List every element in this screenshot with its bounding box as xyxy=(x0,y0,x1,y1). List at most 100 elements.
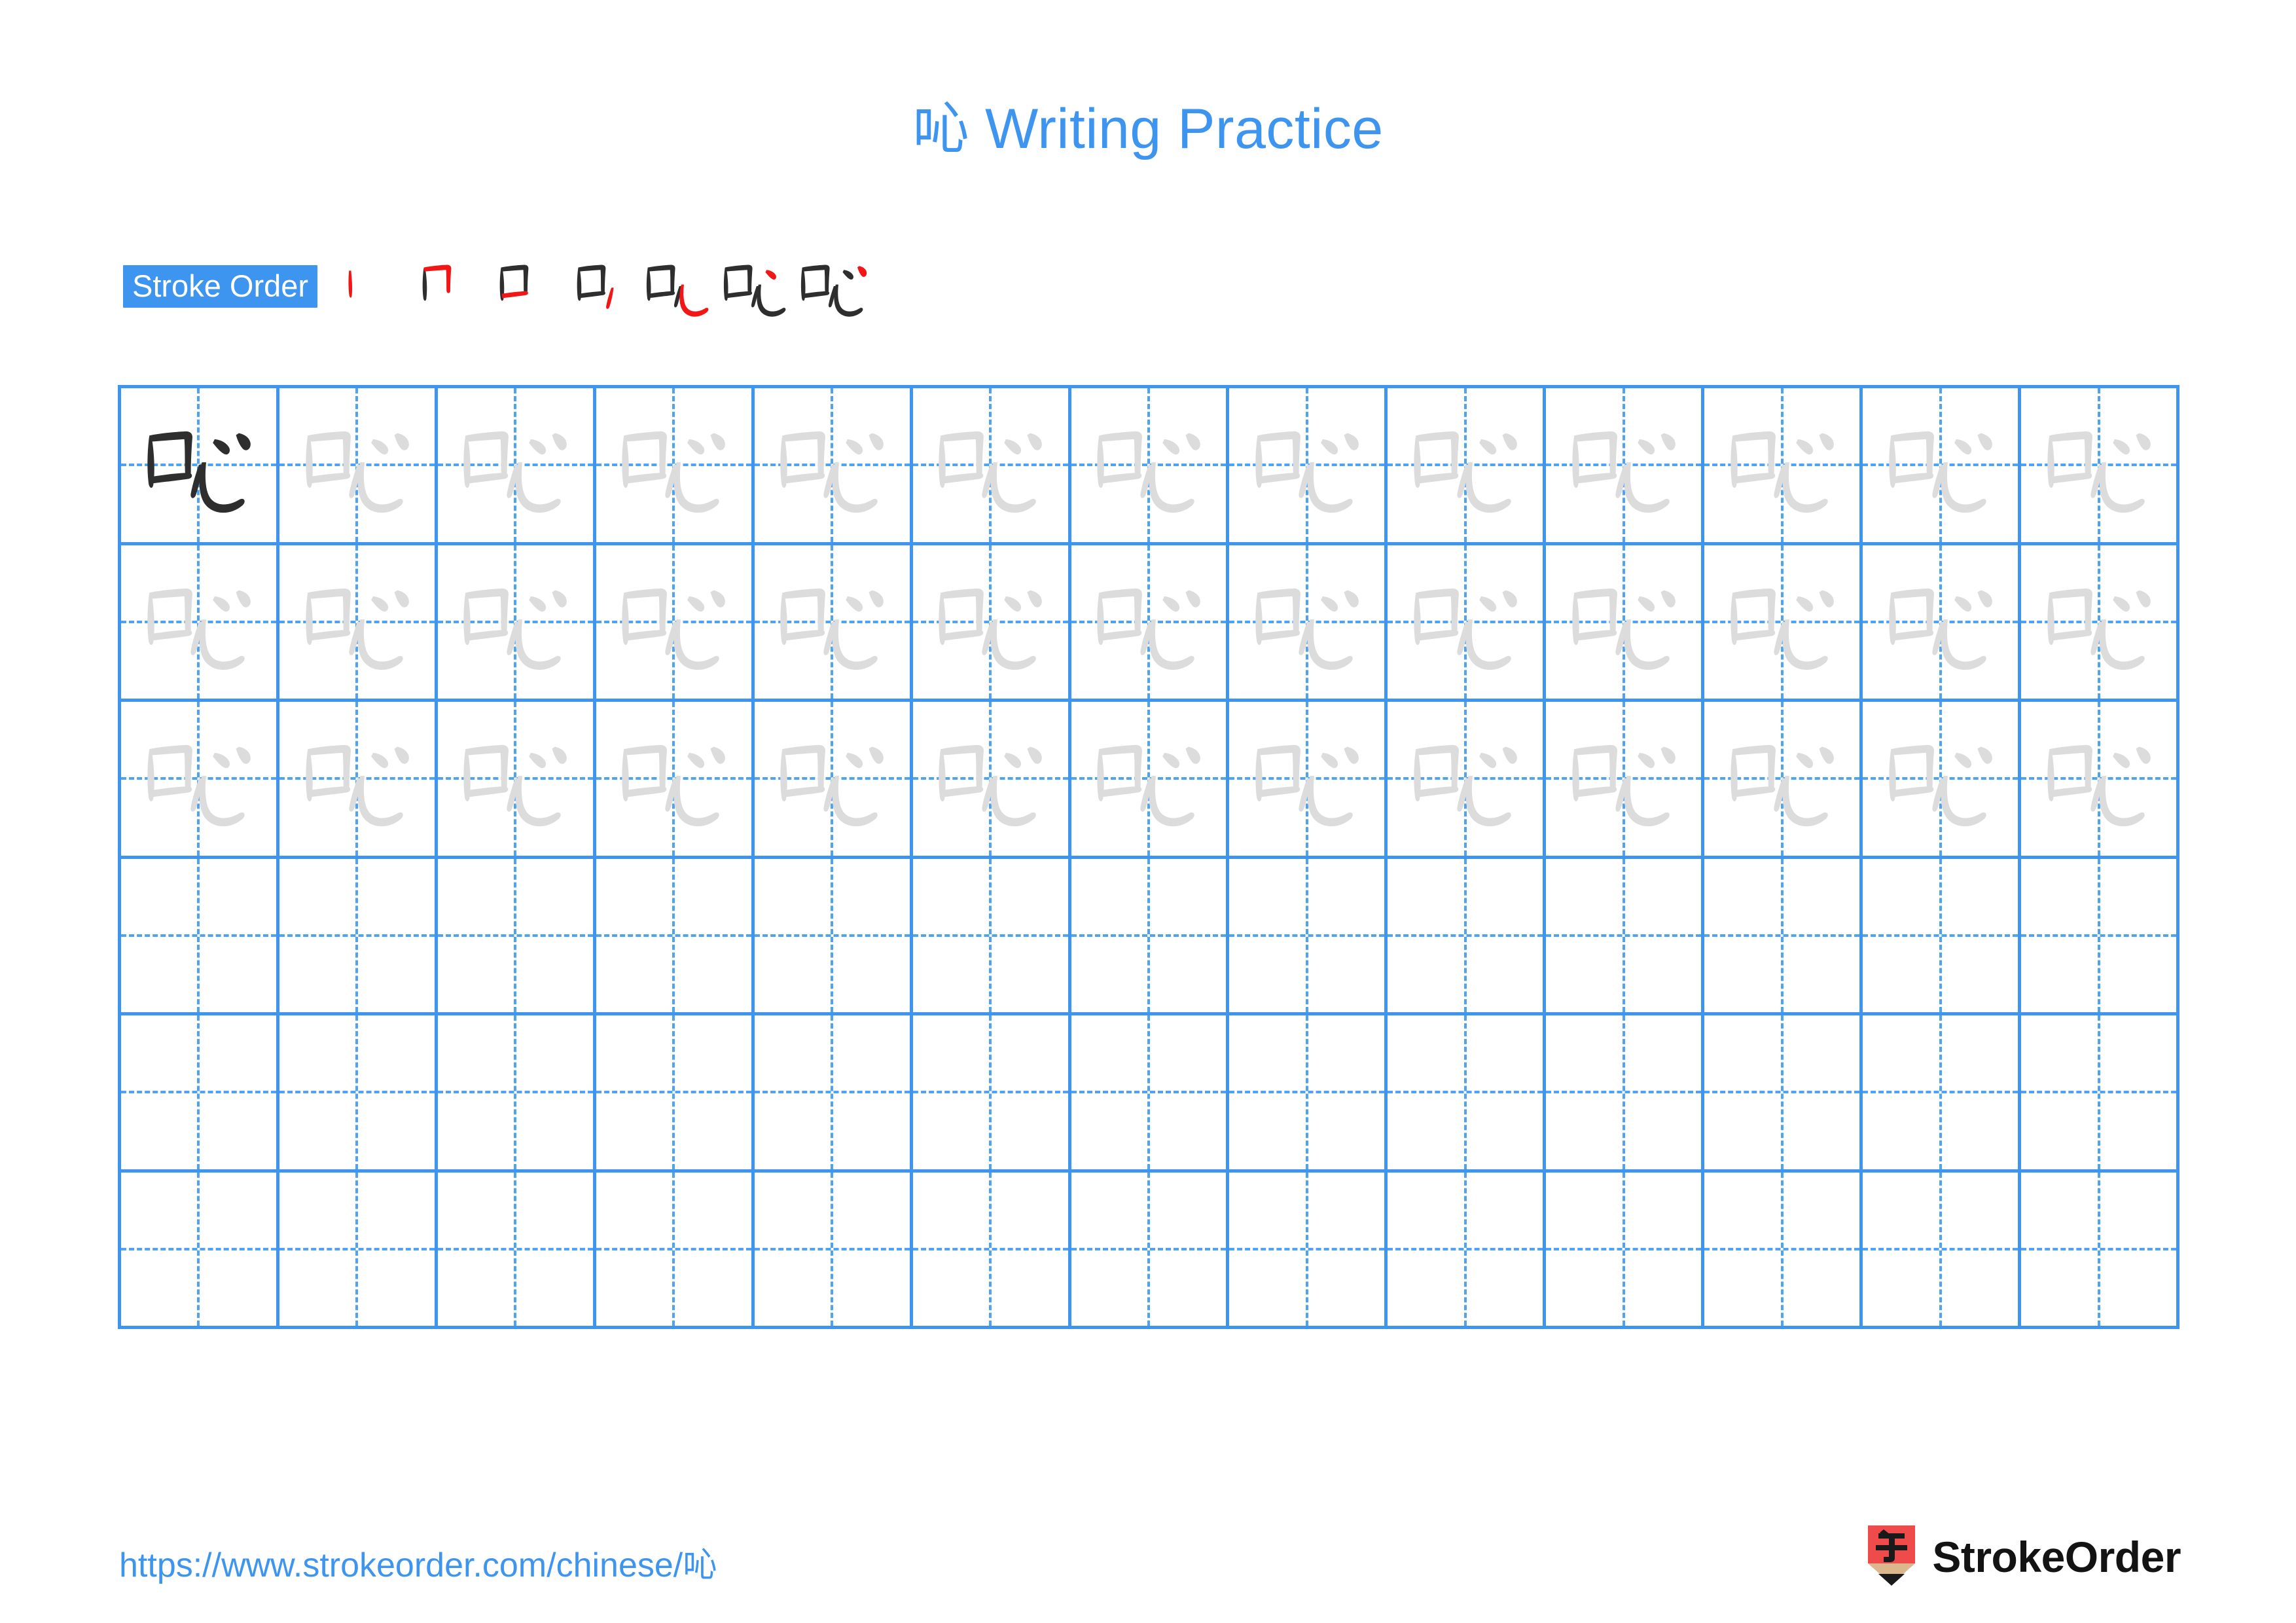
practice-cell[interactable] xyxy=(2021,702,2179,856)
practice-cell[interactable] xyxy=(1229,702,1388,856)
tracing-character xyxy=(1388,545,1543,699)
practice-cell[interactable] xyxy=(121,702,279,856)
done-strokes xyxy=(422,268,427,301)
practice-cell[interactable] xyxy=(121,545,279,699)
practice-cell[interactable] xyxy=(1863,1172,2022,1326)
practice-cell[interactable] xyxy=(1071,1015,1230,1169)
page-title-text: Writing Practice xyxy=(969,98,1384,160)
practice-cell[interactable] xyxy=(438,1172,596,1326)
practice-cell[interactable] xyxy=(1863,858,2022,1012)
practice-cell[interactable] xyxy=(1071,702,1230,856)
practice-cell[interactable] xyxy=(1388,545,1547,699)
practice-cell[interactable] xyxy=(1229,1015,1388,1169)
practice-cell[interactable] xyxy=(279,545,438,699)
practice-cell[interactable] xyxy=(1704,702,1863,856)
practice-cell[interactable] xyxy=(913,858,1071,1012)
practice-cell[interactable] xyxy=(913,702,1071,856)
practice-cell[interactable] xyxy=(1071,388,1230,542)
practice-cell[interactable] xyxy=(1388,1172,1547,1326)
practice-cell[interactable] xyxy=(2021,858,2179,1012)
practice-cell[interactable] xyxy=(1704,388,1863,542)
practice-cell[interactable] xyxy=(596,1172,755,1326)
tracing-character xyxy=(755,702,910,856)
practice-cell[interactable] xyxy=(438,702,596,856)
practice-cell[interactable] xyxy=(279,702,438,856)
practice-cell[interactable] xyxy=(1229,545,1388,699)
practice-cell[interactable] xyxy=(913,1172,1071,1326)
practice-cell[interactable] xyxy=(1071,545,1230,699)
practice-cell[interactable] xyxy=(1388,858,1547,1012)
practice-cell[interactable] xyxy=(1388,702,1547,856)
tracing-character xyxy=(1071,702,1227,856)
practice-cell[interactable] xyxy=(1546,545,1705,699)
tracing-character xyxy=(1229,388,1384,542)
practice-cell[interactable] xyxy=(121,1172,279,1326)
stroke-step-5 xyxy=(637,247,714,325)
practice-cell[interactable] xyxy=(1704,1172,1863,1326)
practice-cell[interactable] xyxy=(279,1015,438,1169)
practice-cell[interactable] xyxy=(1546,388,1705,542)
footer-url[interactable]: https://www.strokeorder.com/chinese/吣 xyxy=(119,1537,717,1586)
practice-cell[interactable] xyxy=(596,545,755,699)
practice-cell[interactable] xyxy=(2021,388,2179,542)
practice-cell[interactable] xyxy=(755,545,913,699)
practice-cell[interactable] xyxy=(1388,388,1547,542)
practice-cell[interactable] xyxy=(438,545,596,699)
practice-cell[interactable] xyxy=(913,1015,1071,1169)
practice-cell[interactable] xyxy=(121,1015,279,1169)
practice-cell[interactable] xyxy=(1704,858,1863,1012)
tracing-character xyxy=(279,388,435,542)
practice-cell[interactable] xyxy=(1546,1172,1705,1326)
tracing-character xyxy=(913,388,1068,542)
practice-cell[interactable] xyxy=(279,858,438,1012)
practice-cell[interactable] xyxy=(438,858,596,1012)
tracing-character xyxy=(913,545,1068,699)
new-stroke xyxy=(765,270,777,280)
practice-cell[interactable] xyxy=(755,858,913,1012)
stroke-step-7 xyxy=(791,247,869,325)
practice-cell[interactable] xyxy=(755,1172,913,1326)
practice-cell[interactable] xyxy=(1071,858,1230,1012)
tracing-character xyxy=(1546,545,1701,699)
practice-cell[interactable] xyxy=(1863,388,2022,542)
practice-cell[interactable] xyxy=(755,1015,913,1169)
practice-cell[interactable] xyxy=(755,388,913,542)
practice-cell[interactable] xyxy=(438,388,596,542)
tracing-character xyxy=(1229,545,1384,699)
practice-cell[interactable] xyxy=(1071,1172,1230,1326)
practice-cell[interactable] xyxy=(755,702,913,856)
practice-cell[interactable] xyxy=(1704,545,1863,699)
practice-cell[interactable] xyxy=(1863,702,2022,856)
practice-cell[interactable] xyxy=(1704,1015,1863,1169)
practice-cell[interactable] xyxy=(1229,1172,1388,1326)
tracing-character xyxy=(121,702,276,856)
practice-cell[interactable] xyxy=(2021,1015,2179,1169)
practice-cell[interactable] xyxy=(1863,1015,2022,1169)
practice-cell[interactable] xyxy=(1229,388,1388,542)
practice-cell[interactable] xyxy=(1546,858,1705,1012)
practice-cell[interactable] xyxy=(279,1172,438,1326)
pencil-tip xyxy=(1878,1574,1905,1586)
practice-cell[interactable] xyxy=(1388,1015,1547,1169)
tracing-character xyxy=(1863,388,2018,542)
practice-cell[interactable] xyxy=(1546,702,1705,856)
practice-cell[interactable] xyxy=(596,702,755,856)
practice-cell[interactable] xyxy=(913,545,1071,699)
practice-cell[interactable] xyxy=(1546,1015,1705,1169)
practice-cell[interactable] xyxy=(1229,858,1388,1012)
practice-cell[interactable] xyxy=(279,388,438,542)
practice-cell[interactable] xyxy=(1863,545,2022,699)
practice-cell[interactable] xyxy=(121,388,279,542)
practice-cell[interactable] xyxy=(438,1015,596,1169)
practice-cell[interactable] xyxy=(596,858,755,1012)
practice-cell[interactable] xyxy=(2021,545,2179,699)
practice-cell[interactable] xyxy=(596,1015,755,1169)
practice-cell[interactable] xyxy=(2021,1172,2179,1326)
practice-row xyxy=(121,545,2179,702)
tracing-character xyxy=(1388,388,1543,542)
practice-cell[interactable] xyxy=(596,388,755,542)
tracing-character xyxy=(2021,545,2176,699)
practice-cell[interactable] xyxy=(121,858,279,1012)
practice-cell[interactable] xyxy=(913,388,1071,542)
tracing-character xyxy=(596,545,751,699)
